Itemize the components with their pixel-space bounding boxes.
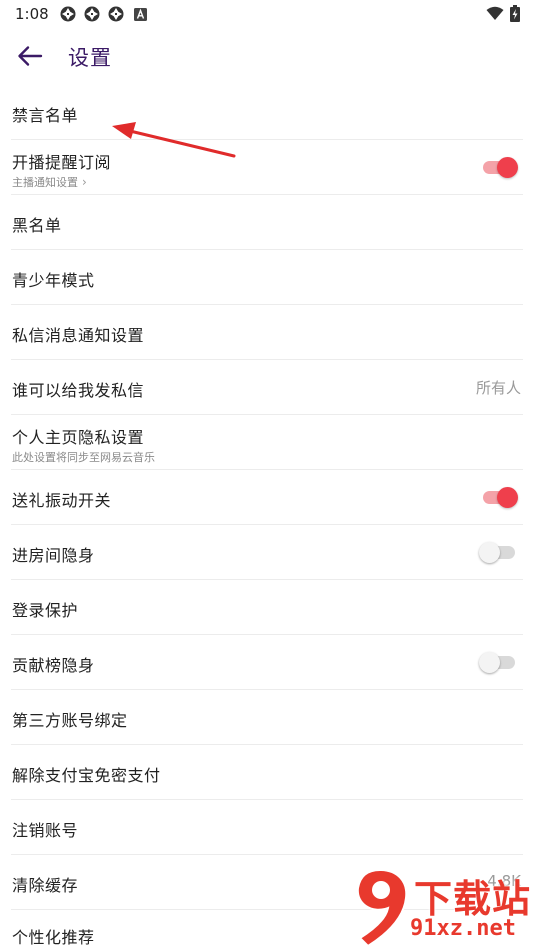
row-label: 个人主页隐私设置 — [12, 428, 145, 447]
settings-list: 禁言名单 开播提醒订阅 主播通知设置 › 黑名单 青少年模式 私信消息通知设置 谁… — [0, 85, 534, 950]
settings-row-third-party-binding[interactable]: 第三方账号绑定 — [11, 690, 523, 745]
settings-row-delete-account[interactable]: 注销账号 — [11, 800, 523, 855]
settings-row-alipay-unbind[interactable]: 解除支付宝免密支付 — [11, 745, 523, 800]
back-button[interactable] — [14, 42, 46, 70]
settings-row-gift-vibration[interactable]: 送礼振动开关 — [11, 470, 523, 525]
toggle-knob — [497, 487, 518, 508]
row-label: 谁可以给我发私信 — [12, 381, 145, 400]
row-label: 注销账号 — [12, 821, 79, 840]
settings-row-room-invisible[interactable]: 进房间隐身 — [11, 525, 523, 580]
status-bar: 1:08 — [0, 0, 534, 28]
row-label: 进房间隐身 — [12, 546, 95, 565]
row-label: 贡献榜隐身 — [12, 656, 95, 675]
aperture-icon — [84, 6, 100, 22]
settings-row-who-can-dm[interactable]: 谁可以给我发私信 所有人 — [11, 360, 523, 415]
a-box-icon — [134, 8, 147, 21]
row-value: 4.8K — [487, 872, 521, 890]
row-value: 所有人 — [475, 379, 521, 397]
gift-vibration-toggle[interactable] — [481, 487, 518, 508]
settings-row-profile-privacy[interactable]: 个人主页隐私设置 此处设置将同步至网易云音乐 — [11, 415, 523, 470]
row-label: 登录保护 — [12, 601, 79, 620]
row-sublabel: 此处设置将同步至网易云音乐 — [12, 451, 155, 464]
row-label: 开播提醒订阅 — [12, 153, 112, 172]
aperture-icon — [108, 6, 124, 22]
settings-row-dm-notification[interactable]: 私信消息通知设置 — [11, 305, 523, 360]
settings-screen: 1:08 设置 禁言名单 开播提醒订阅 主播通知设置 › 黑名单 青少年模式 私… — [0, 0, 534, 950]
app-header: 设置 — [0, 30, 534, 82]
wifi-icon — [486, 6, 504, 20]
battery-charging-icon — [510, 5, 520, 22]
settings-row-personalized-recommend[interactable]: 个性化推荐 — [11, 910, 523, 950]
settings-row-login-protection[interactable]: 登录保护 — [11, 580, 523, 635]
row-sublabel-link[interactable]: 主播通知设置 › — [12, 174, 87, 190]
chevron-right-icon: › — [82, 175, 87, 189]
row-label: 个性化推荐 — [12, 928, 95, 947]
row-label: 送礼振动开关 — [12, 491, 112, 510]
contribution-invisible-toggle[interactable] — [479, 652, 517, 673]
settings-row-live-reminder[interactable]: 开播提醒订阅 主播通知设置 › — [11, 140, 523, 195]
row-label: 第三方账号绑定 — [12, 711, 128, 730]
row-label: 禁言名单 — [12, 106, 79, 125]
toggle-knob — [479, 652, 500, 673]
row-label: 解除支付宝免密支付 — [12, 766, 161, 785]
row-label: 青少年模式 — [12, 271, 95, 290]
settings-row-contribution-invisible[interactable]: 贡献榜隐身 — [11, 635, 523, 690]
live-reminder-toggle[interactable] — [481, 157, 518, 178]
toggle-knob — [479, 542, 500, 563]
aperture-icon — [60, 6, 76, 22]
room-invisible-toggle[interactable] — [479, 542, 517, 563]
settings-row-blacklist[interactable]: 黑名单 — [11, 195, 523, 250]
status-time: 1:08 — [15, 5, 49, 23]
row-label: 清除缓存 — [12, 876, 79, 895]
row-label: 私信消息通知设置 — [12, 326, 145, 345]
toggle-knob — [497, 157, 518, 178]
settings-row-clear-cache[interactable]: 清除缓存 4.8K — [11, 855, 523, 910]
row-label: 黑名单 — [12, 216, 62, 235]
settings-row-mute-list[interactable]: 禁言名单 — [11, 85, 523, 140]
arrow-left-icon — [18, 46, 43, 66]
settings-row-teen-mode[interactable]: 青少年模式 — [11, 250, 523, 305]
status-right-group — [486, 5, 520, 22]
page-title: 设置 — [68, 46, 112, 70]
row-sublabel-text: 主播通知设置 — [12, 176, 78, 189]
